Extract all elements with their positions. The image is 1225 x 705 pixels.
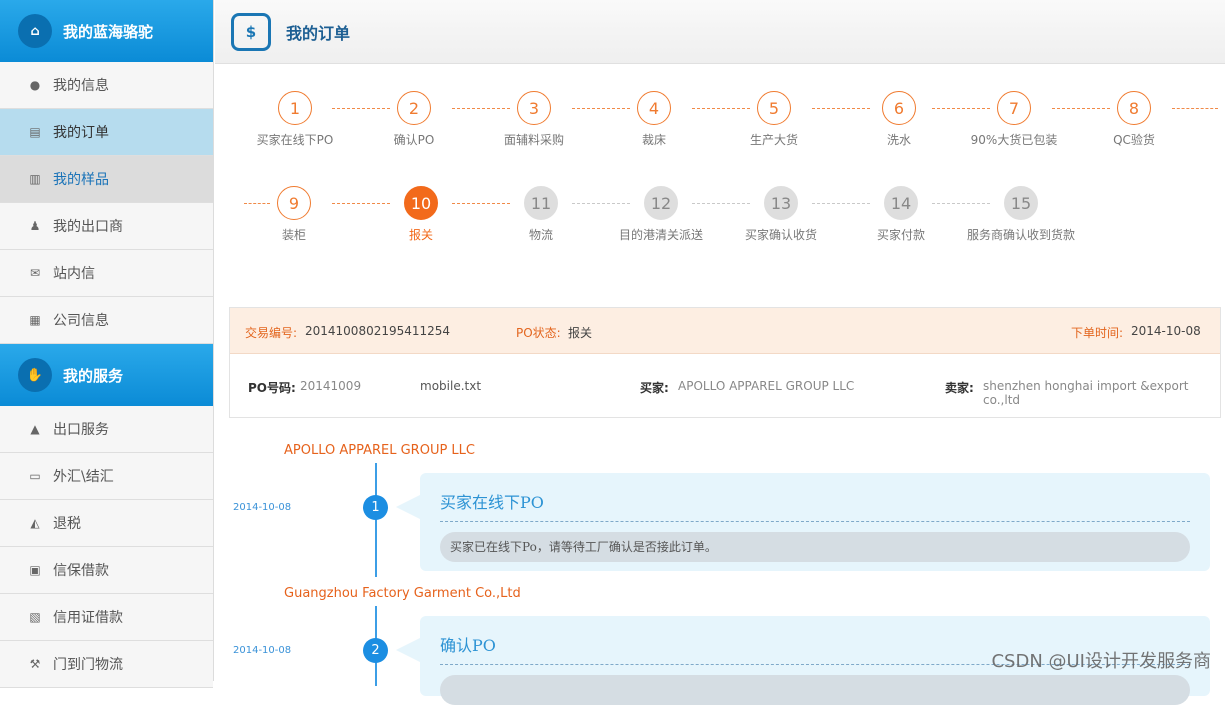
sidebar-item-label: 出口服务 [53, 422, 109, 438]
sidebar-section-my-services[interactable]: ✋ 我的服务 [0, 344, 213, 406]
order-time-label: 下单时间: [1071, 326, 1124, 340]
po-code: 20141009 [300, 379, 362, 393]
sidebar-item-label: 退税 [53, 516, 81, 532]
po-code-label: PO号码: [248, 381, 296, 395]
sidebar-item-label: 我的信息 [53, 78, 109, 94]
step-14: 14 买家付款 [836, 186, 966, 243]
sidebar-item-forex[interactable]: ▭ 外汇\结汇 [0, 453, 213, 500]
step-15: 15 服务商确认收到货款 [956, 186, 1086, 243]
sidebar-item-label: 我的订单 [53, 125, 109, 141]
sidebar-item-label: 信用证借款 [53, 610, 123, 626]
step-8: 8 QC验货 [1069, 91, 1199, 148]
step-13: 13 买家确认收货 [716, 186, 846, 243]
user-icon: ● [29, 78, 41, 92]
step-1: 1 买家在线下PO [230, 91, 360, 148]
sidebar-item-my-samples[interactable]: ▥ 我的样品 [0, 156, 213, 203]
home-icon: ⌂ [18, 14, 52, 48]
step-2: 2 确认PO [349, 91, 479, 148]
logistics-icon: ⚒ [29, 657, 41, 671]
currency-icon: ▭ [29, 469, 41, 483]
seller-name: shenzhen honghai import &export co.,ltd [983, 379, 1189, 407]
watermark: CSDN @UI设计开发服务商 [991, 651, 1211, 672]
timeline-card: 买家在线下PO 买家已在线下Po，请等待工厂确认是否接此订单。 [396, 473, 1210, 571]
trade-no: 2014100802195411254 [305, 324, 451, 338]
credit-card-icon: ▣ [29, 563, 41, 577]
sidebar-item-company-info[interactable]: ▦ 公司信息 [0, 297, 213, 344]
sidebar-item-tax-refund[interactable]: ◭ 退税 [0, 500, 213, 547]
step-11: 11 物流 [476, 186, 606, 243]
sidebar: ⌂ 我的蓝海骆驼 ● 我的信息 ▤ 我的订单 ▥ 我的样品 ♟ 我的出口商 ✉ 站内信 ▦… [0, 0, 214, 688]
sidebar-section-my-camel[interactable]: ⌂ 我的蓝海骆驼 [0, 0, 213, 62]
order-time: 2014-10-08 [1131, 324, 1201, 338]
step-7: 7 90%大货已包装 [949, 91, 1079, 148]
attachment-file-link[interactable]: mobile.txt [420, 379, 481, 393]
progress-steps-row-2: 9 装柜 10 报关 11 物流 12 目的港清关派送 13 买家确认收货 14 买家付款 … [215, 186, 1225, 246]
sidebar-item-inbox[interactable]: ✉ 站内信 [0, 250, 213, 297]
sidebar-item-label: 我的出口商 [53, 219, 123, 235]
sidebar-item-my-orders[interactable]: ▤ 我的订单 [0, 109, 213, 156]
section-title: 我的服务 [63, 366, 124, 385]
exporter-icon: ♟ [29, 219, 41, 233]
sidebar-item-my-info[interactable]: ● 我的信息 [0, 62, 213, 109]
sidebar-item-credit-loan[interactable]: ▣ 信保借款 [0, 547, 213, 594]
order-list-icon: ▤ [29, 125, 41, 139]
timeline-company: Guangzhou Factory Garment Co.,Ltd [284, 586, 521, 601]
timeline-node: 1 [363, 495, 388, 520]
buyer-name: APOLLO APPAREL GROUP LLC [678, 379, 855, 393]
timeline-node: 2 [363, 638, 388, 663]
sidebar-item-label: 公司信息 [53, 313, 109, 329]
timeline-card-message [440, 675, 1190, 705]
progress-steps-row-1: 1 买家在线下PO 2 确认PO 3 面辅料采购 4 裁床 5 生产大货 6 洗水 7 90%… [215, 91, 1225, 151]
sidebar-item-label: 我的样品 [53, 172, 109, 188]
sidebar-item-export-service[interactable]: ▲ 出口服务 [0, 406, 213, 453]
trade-no-label: 交易编号: [245, 326, 298, 340]
sidebar-item-label: 门到门物流 [53, 657, 123, 673]
page-header: $ 我的订单 [215, 0, 1225, 64]
mail-icon: ✉ [29, 266, 41, 280]
sidebar-item-lc-loan[interactable]: ▧ 信用证借款 [0, 594, 213, 641]
order-info-box: 交易编号: 2014100802195411254 PO状态: 报关 下单时间:… [229, 307, 1221, 418]
export-icon: ▲ [30, 422, 40, 436]
tax-icon: ◭ [30, 516, 40, 530]
sample-icon: ▥ [29, 172, 41, 186]
timeline-card-title: 买家在线下PO [440, 489, 1190, 522]
table-icon: ▦ [29, 313, 41, 327]
step-5: 5 生产大货 [709, 91, 839, 148]
step-3: 3 面辅料采购 [469, 91, 599, 148]
po-status: 报关 [568, 326, 593, 340]
sidebar-item-label: 站内信 [53, 266, 95, 282]
step-6: 6 洗水 [834, 91, 964, 148]
section-title: 我的蓝海骆驼 [63, 22, 154, 41]
seller-label: 卖家: [945, 381, 974, 395]
letter-credit-icon: ▧ [29, 610, 41, 624]
main-content: $ 我的订单 1 买家在线下PO 2 确认PO 3 面辅料采购 4 裁床 5 生产大货 6… [215, 0, 1225, 705]
step-9: 9 装柜 [229, 186, 359, 243]
po-status-label: PO状态: [516, 326, 561, 340]
timeline-date: 2014-10-08 [233, 502, 292, 513]
buyer-label: 买家: [640, 381, 669, 395]
step-4: 4 裁床 [589, 91, 719, 148]
timeline-card-message: 买家已在线下Po，请等待工厂确认是否接此订单。 [440, 532, 1190, 562]
order-info-body: PO号码: 20141009 mobile.txt 买家: APOLLO APP… [230, 354, 1220, 418]
timeline-date: 2014-10-08 [233, 645, 292, 656]
sidebar-item-label: 信保借款 [53, 563, 109, 579]
step-10: 10 报关 [356, 186, 486, 243]
timeline-company: APOLLO APPAREL GROUP LLC [284, 443, 475, 458]
sidebar-item-my-exporters[interactable]: ♟ 我的出口商 [0, 203, 213, 250]
service-hands-icon: ✋ [18, 358, 52, 392]
page-title: 我的订单 [286, 23, 351, 43]
sidebar-item-label: 外汇\结汇 [53, 469, 114, 485]
step-12: 12 目的港清关派送 [596, 186, 726, 243]
order-dollar-icon: $ [231, 12, 271, 51]
order-info-header: 交易编号: 2014100802195411254 PO状态: 报关 下单时间:… [230, 308, 1220, 354]
